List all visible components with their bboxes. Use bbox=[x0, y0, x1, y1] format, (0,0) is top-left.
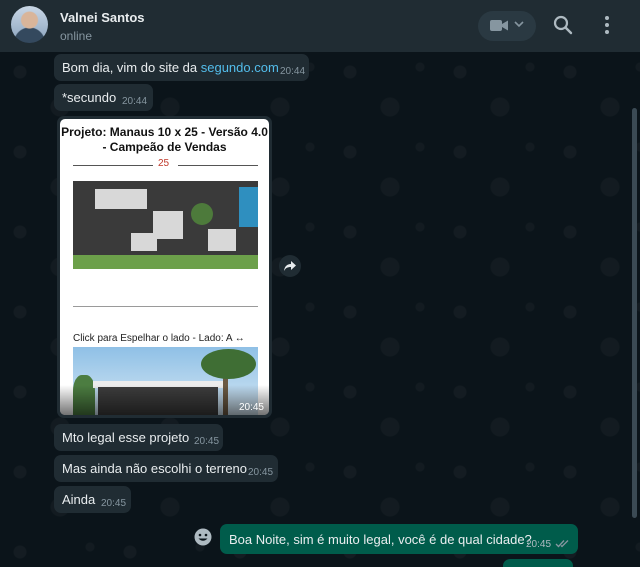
message-time: 20:45 bbox=[526, 539, 552, 550]
dimension-label: 25 bbox=[158, 158, 170, 169]
avatar[interactable] bbox=[11, 6, 48, 43]
message-text: Bom dia, vim do site da segundo.com bbox=[62, 60, 279, 75]
message-time: 20:45 bbox=[194, 436, 220, 447]
message-bubble[interactable]: Mto legal esse projeto 20:45 bbox=[54, 424, 223, 451]
message-text: Boa Noite, sim é muito legal, você é de … bbox=[229, 532, 532, 547]
message-bubble-outgoing[interactable]: Boa Noite, sim é muito legal, você é de … bbox=[220, 524, 578, 554]
video-call-icon bbox=[490, 20, 508, 31]
video-call-button[interactable] bbox=[478, 11, 536, 41]
image-title: Projeto: Manaus 10 x 25 - Versão 4.0 - C… bbox=[61, 125, 268, 154]
message-time: 20:45 bbox=[101, 498, 127, 509]
scrollbar[interactable] bbox=[632, 108, 637, 518]
dimension-line bbox=[178, 165, 258, 166]
message-time: 20:45 bbox=[248, 467, 274, 478]
message-time: 20:45 bbox=[238, 402, 264, 413]
mirror-label: Click para Espelhar o lado - Lado: A ↔ bbox=[73, 333, 245, 344]
dimension-line bbox=[73, 165, 153, 166]
message-bubble[interactable]: Ainda 20:45 bbox=[54, 486, 131, 513]
message-link[interactable]: segundo.com bbox=[201, 60, 279, 75]
read-receipt-icon bbox=[555, 540, 569, 548]
forward-icon bbox=[284, 261, 296, 271]
menu-icon[interactable] bbox=[601, 15, 613, 35]
partial-message-bubble bbox=[503, 559, 573, 567]
floor-plan-image bbox=[73, 181, 258, 269]
contact-name[interactable]: Valnei Santos bbox=[60, 10, 145, 25]
message-bubble[interactable]: *secundo 20:44 bbox=[54, 84, 153, 111]
forward-button[interactable] bbox=[279, 255, 301, 277]
message-bubble[interactable]: Mas ainda não escolhi o terreno 20:45 bbox=[54, 455, 278, 482]
message-text: Mas ainda não escolhi o terreno bbox=[62, 461, 248, 476]
message-time: 20:44 bbox=[122, 96, 148, 107]
image-preview[interactable]: Projeto: Manaus 10 x 25 - Versão 4.0 - C… bbox=[60, 119, 269, 415]
message-time: 20:44 bbox=[280, 66, 306, 77]
message-text: Ainda bbox=[62, 492, 96, 507]
chevron-down-icon bbox=[514, 21, 524, 28]
message-bubble[interactable]: Bom dia, vim do site da segundo.com 20:4… bbox=[54, 54, 309, 81]
contact-status: online bbox=[60, 29, 93, 43]
search-icon[interactable] bbox=[553, 15, 573, 35]
divider bbox=[73, 306, 258, 307]
message-text: Mto legal esse projeto bbox=[62, 430, 190, 445]
image-message[interactable]: Projeto: Manaus 10 x 25 - Versão 4.0 - C… bbox=[57, 116, 272, 418]
emoji-icon[interactable] bbox=[194, 528, 212, 546]
swap-icon: ↔ bbox=[234, 333, 245, 344]
chat-header: Valnei Santos online bbox=[0, 0, 640, 52]
message-text: *secundo bbox=[62, 90, 117, 105]
